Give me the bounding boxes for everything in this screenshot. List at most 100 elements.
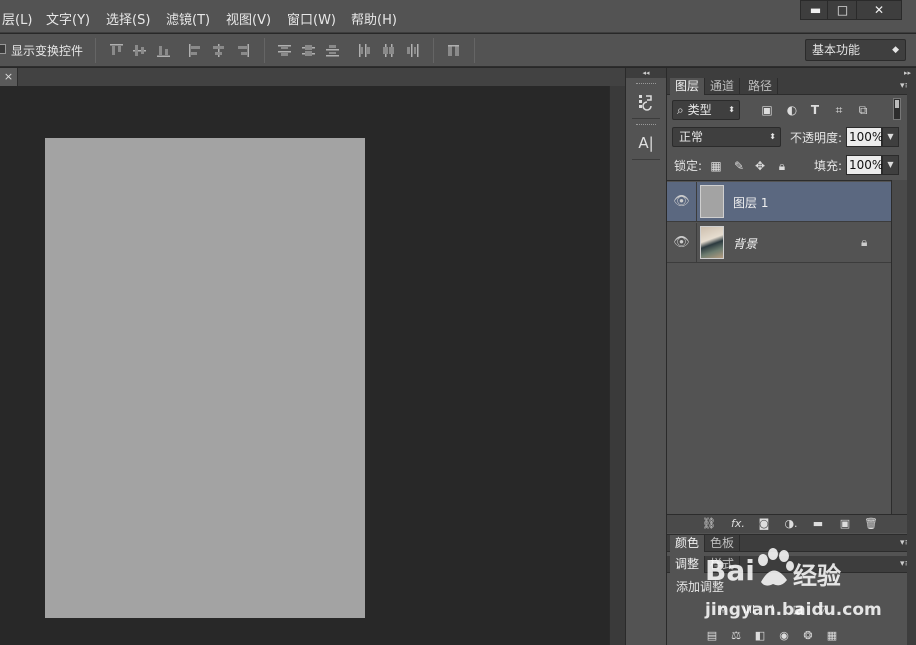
curves-icon[interactable]: ⌇ bbox=[766, 603, 780, 617]
close-window-button[interactable]: ✕ bbox=[856, 0, 902, 20]
dock-grip[interactable] bbox=[636, 83, 656, 86]
tab-paths[interactable]: 路径 bbox=[743, 78, 779, 95]
distribute-vertical-centers-icon[interactable] bbox=[301, 43, 316, 58]
shape-filter-icon[interactable]: ⌗ bbox=[832, 103, 846, 117]
opacity-slider-button[interactable]: ▼ bbox=[882, 127, 899, 147]
black-white-icon[interactable]: ◧ bbox=[753, 629, 767, 643]
menu-type[interactable]: 文字(Y) bbox=[46, 9, 90, 28]
maximize-button[interactable]: □ bbox=[827, 0, 858, 20]
menu-window[interactable]: 窗口(W) bbox=[287, 9, 336, 28]
dock-grip[interactable] bbox=[636, 124, 656, 127]
color-balance-icon[interactable]: ⚖ bbox=[729, 629, 743, 643]
tab-adjustments[interactable]: 调整 bbox=[670, 556, 706, 573]
collapse-dock-icon[interactable]: ◂◂ bbox=[626, 68, 666, 78]
smart-object-filter-icon[interactable]: ⧉ bbox=[856, 103, 870, 117]
tab-layers[interactable]: 图层 bbox=[670, 78, 706, 95]
menu-filter[interactable]: 滤镜(T) bbox=[166, 9, 210, 28]
search-icon: ⌕ bbox=[677, 103, 684, 117]
channel-mixer-icon[interactable]: ❂ bbox=[801, 629, 815, 643]
lock-pixels-icon[interactable]: ✎ bbox=[732, 159, 746, 173]
color-lookup-icon[interactable]: ▦ bbox=[825, 629, 839, 643]
align-left-edges-icon[interactable] bbox=[188, 43, 203, 58]
history-icon[interactable] bbox=[634, 90, 658, 114]
align-right-edges-icon[interactable] bbox=[235, 43, 250, 58]
lock-all-icon[interactable]: 🔒︎ bbox=[775, 159, 789, 173]
layer-thumbnail bbox=[700, 185, 724, 218]
distribute-right-icon[interactable] bbox=[405, 43, 420, 58]
right-panel-column: ▸▸ 图层 通道 路径 ▾≡ ⌕ 类型 ⬍ ▣ ◐ T ⌗ ⧉ 正常 ⬍ 不透明… bbox=[667, 68, 916, 645]
opacity-label: 不透明度: bbox=[790, 131, 843, 145]
chevron-updown-icon: ⬍ bbox=[769, 132, 776, 141]
adjustment-filter-icon[interactable]: ◐ bbox=[785, 103, 799, 117]
hue-saturation-icon[interactable]: ▤ bbox=[705, 629, 719, 643]
tab-color[interactable]: 颜色 bbox=[670, 535, 706, 552]
type-filter-icon[interactable]: T bbox=[808, 103, 822, 117]
layer-mask-icon[interactable]: ◙ bbox=[757, 517, 771, 531]
show-transform-checkbox[interactable] bbox=[0, 44, 6, 54]
layer-row-background[interactable]: 👁︎ 背景 🔒︎ bbox=[667, 223, 891, 263]
pixel-filter-icon[interactable]: ▣ bbox=[760, 103, 774, 117]
link-layers-icon[interactable]: ⛓ bbox=[702, 517, 716, 531]
document-tab-strip: × bbox=[0, 68, 625, 86]
canvas-scrollbar[interactable] bbox=[609, 86, 625, 645]
add-adjustment-label: 添加调整 bbox=[676, 580, 725, 594]
filter-toggle-switch[interactable] bbox=[893, 98, 901, 120]
fill-input[interactable]: 100% bbox=[846, 155, 883, 175]
new-group-icon[interactable]: ▬ bbox=[811, 517, 825, 531]
lock-transparent-icon[interactable]: ▦ bbox=[709, 159, 723, 173]
fill-label: 填充: bbox=[814, 159, 843, 173]
visibility-eye-icon[interactable]: 👁︎ bbox=[667, 223, 697, 262]
close-document-button[interactable]: × bbox=[0, 68, 18, 86]
collapse-panels-icon[interactable]: ▸▸ bbox=[667, 68, 916, 78]
delete-layer-icon[interactable]: 🗑︎ bbox=[864, 517, 878, 531]
align-top-edges-icon[interactable] bbox=[109, 43, 124, 58]
layer-name[interactable]: 图层 1 bbox=[733, 194, 768, 211]
dock-divider bbox=[632, 159, 660, 160]
levels-icon[interactable]: ılıl bbox=[740, 603, 758, 617]
distribute-bottom-icon[interactable] bbox=[325, 43, 340, 58]
toolbar-divider bbox=[95, 38, 96, 63]
distribute-horizontal-centers-icon[interactable] bbox=[381, 43, 396, 58]
tab-channels[interactable]: 通道 bbox=[705, 78, 741, 95]
distribute-top-icon[interactable] bbox=[277, 43, 292, 58]
photo-filter-icon[interactable]: ◉ bbox=[777, 629, 791, 643]
color-tab-bar: 颜色 色板 ▾≡ bbox=[667, 535, 916, 552]
tab-styles[interactable]: 样式 bbox=[705, 556, 741, 573]
layer-filter-kind-label: 类型 bbox=[687, 103, 712, 117]
lock-position-icon[interactable]: ✥ bbox=[753, 159, 767, 173]
new-adjustment-icon[interactable]: ◑. bbox=[784, 517, 798, 531]
opacity-input[interactable]: 100% bbox=[846, 127, 883, 147]
layer-row-layer-1[interactable]: 👁︎ 图层 1 bbox=[667, 182, 891, 222]
menu-layer[interactable]: 层(L) bbox=[2, 9, 32, 28]
character-icon[interactable]: A| bbox=[634, 131, 658, 155]
align-vertical-centers-icon[interactable] bbox=[132, 43, 147, 58]
layer-name[interactable]: 背景 bbox=[733, 235, 757, 252]
show-transform-label: 显示变换控件 bbox=[11, 44, 84, 58]
exposure-icon[interactable]: ◪ bbox=[791, 603, 805, 617]
workspace-switcher[interactable]: 基本功能 ◆ bbox=[805, 39, 906, 61]
brightness-icon[interactable]: ☼ bbox=[716, 603, 730, 617]
menu-select[interactable]: 选择(S) bbox=[106, 9, 150, 28]
vibrance-icon[interactable]: ▽ bbox=[815, 603, 829, 617]
toolbar-divider bbox=[474, 38, 475, 63]
distribute-left-icon[interactable] bbox=[357, 43, 372, 58]
align-horizontal-centers-icon[interactable] bbox=[211, 43, 226, 58]
menu-help[interactable]: 帮助(H) bbox=[351, 9, 397, 28]
dock-divider bbox=[632, 118, 660, 119]
visibility-eye-icon[interactable]: 👁︎ bbox=[667, 182, 697, 221]
layer-style-icon[interactable]: fx. bbox=[729, 517, 747, 531]
auto-align-layers-icon[interactable] bbox=[446, 43, 461, 58]
blend-mode-label: 正常 bbox=[679, 130, 704, 144]
lock-label: 锁定: bbox=[674, 159, 703, 173]
document-canvas[interactable] bbox=[45, 138, 365, 618]
lock-icon: 🔒︎ bbox=[861, 235, 868, 249]
align-bottom-edges-icon[interactable] bbox=[156, 43, 171, 58]
menu-view[interactable]: 视图(V) bbox=[226, 9, 271, 28]
blend-mode-select[interactable]: 正常 ⬍ bbox=[672, 127, 781, 147]
new-layer-icon[interactable]: ▣ bbox=[838, 517, 852, 531]
right-edge-scrollbar[interactable] bbox=[907, 78, 916, 645]
tab-swatches[interactable]: 色板 bbox=[705, 535, 741, 552]
layer-filter-kind-select[interactable]: ⌕ 类型 ⬍ bbox=[672, 100, 740, 120]
fill-slider-button[interactable]: ▼ bbox=[882, 155, 899, 175]
toolbar-divider bbox=[433, 38, 434, 63]
